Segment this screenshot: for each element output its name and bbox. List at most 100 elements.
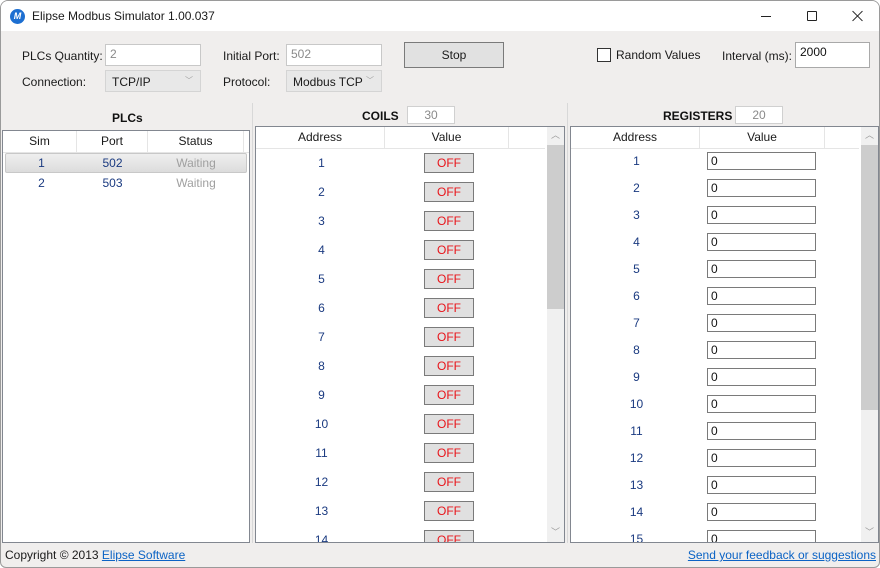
- register-value-input[interactable]: 0: [707, 449, 816, 467]
- register-row: 12 0: [571, 448, 816, 468]
- registers-count: 20: [735, 106, 783, 124]
- register-value-input[interactable]: 0: [707, 233, 816, 251]
- register-address: 4: [633, 235, 640, 249]
- register-value-input[interactable]: 0: [707, 179, 816, 197]
- plc-sim: 1: [38, 156, 45, 170]
- coil-toggle-button[interactable]: OFF: [424, 530, 474, 542]
- coils-title: COILS: [362, 109, 399, 123]
- scroll-up-icon[interactable]: ︿: [547, 127, 564, 144]
- coil-toggle-button[interactable]: OFF: [424, 298, 474, 318]
- app-logo-icon: M: [10, 9, 25, 24]
- register-row: 70: [571, 313, 816, 333]
- column-header-filler: [244, 131, 249, 153]
- minimize-icon: [761, 15, 771, 17]
- register-value-input[interactable]: 0: [707, 314, 816, 332]
- interval-input[interactable]: 2000: [795, 42, 870, 68]
- panel-divider: [252, 103, 253, 543]
- connection-select[interactable]: TCP/IP ﹀: [105, 70, 201, 92]
- register-value-input[interactable]: 0: [707, 368, 816, 386]
- register-value-input[interactable]: 0: [707, 341, 816, 359]
- registers-scrollbar[interactable]: ︿ ﹀: [861, 127, 878, 542]
- connection-value: TCP/IP: [112, 75, 151, 89]
- register-value-input[interactable]: 0: [707, 503, 816, 521]
- coil-toggle-button[interactable]: OFF: [424, 269, 474, 289]
- coil-address: 5: [318, 272, 325, 286]
- plcs-title: PLCs: [112, 111, 143, 125]
- register-value-input[interactable]: 0: [707, 476, 816, 494]
- coil-toggle-button[interactable]: OFF: [424, 327, 474, 347]
- coil-address: 9: [318, 388, 325, 402]
- coil-address: 4: [318, 243, 325, 257]
- coil-address: 8: [318, 359, 325, 373]
- plcs-grid-header: Sim Port Status: [3, 131, 249, 153]
- coil-toggle-button[interactable]: OFF: [424, 211, 474, 231]
- coils-count: 30: [407, 106, 455, 124]
- coil-toggle-button[interactable]: OFF: [424, 240, 474, 260]
- register-address: 6: [633, 289, 640, 303]
- scroll-down-icon[interactable]: ﹀: [861, 524, 878, 541]
- interval-label: Interval (ms):: [722, 49, 793, 63]
- coil-toggle-button[interactable]: OFF: [424, 501, 474, 521]
- register-row: 15 0: [571, 529, 816, 543]
- plc-row[interactable]: 2 503 Waiting: [5, 174, 247, 194]
- register-value-input[interactable]: 0: [707, 287, 816, 305]
- random-values-checkbox[interactable]: [597, 48, 611, 62]
- coil-toggle-button[interactable]: OFF: [424, 472, 474, 492]
- register-row: 10: [571, 151, 816, 171]
- register-row: 80: [571, 340, 816, 360]
- initial-port-label: Initial Port:: [223, 49, 280, 63]
- stop-button[interactable]: Stop: [404, 42, 504, 68]
- register-address: 9: [633, 370, 640, 384]
- register-address: 15: [629, 532, 644, 543]
- register-value-input[interactable]: 0: [707, 395, 816, 413]
- coil-row: 1 OFF: [256, 152, 511, 174]
- register-value-input[interactable]: 0: [707, 260, 816, 278]
- column-header-port[interactable]: Port: [77, 131, 148, 153]
- coil-toggle-button[interactable]: OFF: [424, 414, 474, 434]
- coil-address: 3: [318, 214, 325, 228]
- register-value-input[interactable]: 0: [707, 206, 816, 224]
- plc-sim: 2: [38, 176, 45, 190]
- coil-address: 13: [314, 504, 329, 518]
- coil-toggle-button[interactable]: OFF: [424, 443, 474, 463]
- column-header-address[interactable]: Address: [571, 127, 700, 149]
- minimize-button[interactable]: [743, 1, 789, 31]
- scroll-thumb[interactable]: [547, 145, 564, 309]
- coil-toggle-button[interactable]: OFF: [424, 385, 474, 405]
- register-address: 10: [629, 397, 644, 411]
- plcs-quantity-input[interactable]: 2: [105, 44, 201, 66]
- register-value-input[interactable]: 0: [707, 152, 816, 170]
- scroll-thumb[interactable]: [861, 145, 878, 410]
- scroll-up-icon[interactable]: ︿: [861, 127, 878, 144]
- coil-row: 5 OFF: [256, 268, 511, 290]
- coil-address: 10: [314, 417, 329, 431]
- elipse-software-link[interactable]: Elipse Software: [102, 548, 185, 562]
- column-header-value[interactable]: Value: [700, 127, 825, 149]
- maximize-button[interactable]: [789, 1, 835, 31]
- column-header-sim[interactable]: Sim: [3, 131, 77, 153]
- coil-toggle-button[interactable]: OFF: [424, 153, 474, 173]
- coil-toggle-button[interactable]: OFF: [424, 356, 474, 376]
- column-header-value[interactable]: Value: [385, 127, 509, 149]
- coil-row: 2 OFF: [256, 181, 511, 203]
- title-bar: M Elipse Modbus Simulator 1.00.037: [1, 1, 879, 31]
- register-row: 11 0: [571, 421, 816, 441]
- register-row: 50: [571, 259, 816, 279]
- coils-scrollbar[interactable]: ︿ ﹀: [547, 127, 564, 542]
- scroll-down-icon[interactable]: ﹀: [547, 524, 564, 541]
- coil-address: 2: [318, 185, 325, 199]
- feedback-link[interactable]: Send your feedback or suggestions: [688, 548, 876, 562]
- register-value-input[interactable]: 0: [707, 530, 816, 542]
- coil-toggle-button[interactable]: OFF: [424, 182, 474, 202]
- coil-row: 6 OFF: [256, 297, 511, 319]
- column-header-status[interactable]: Status: [148, 131, 244, 153]
- coil-row: 9 OFF: [256, 384, 511, 406]
- protocol-select[interactable]: Modbus TCP ﹀: [286, 70, 382, 92]
- maximize-icon: [807, 11, 817, 21]
- column-header-address[interactable]: Address: [256, 127, 385, 149]
- plc-row[interactable]: 1 502 Waiting: [5, 153, 247, 173]
- coil-address: 12: [314, 475, 329, 489]
- close-button[interactable]: [835, 1, 879, 31]
- register-value-input[interactable]: 0: [707, 422, 816, 440]
- initial-port-input[interactable]: 502: [286, 44, 382, 66]
